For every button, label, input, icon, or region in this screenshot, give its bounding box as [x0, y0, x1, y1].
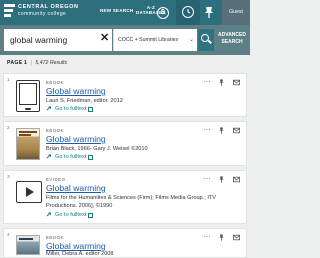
result-type: EVIDEO — [46, 177, 66, 182]
chevron-down-icon: ⌄ — [188, 37, 194, 43]
logo-line1: CENTRAL OREGON — [18, 4, 79, 11]
external-link-icon — [88, 106, 94, 112]
history-button[interactable] — [176, 0, 200, 25]
result-card: 1 EBOOK Global warming Lauri S. Friedman… — [3, 73, 247, 117]
fulltext-link[interactable]: Go to fulltext — [46, 154, 94, 160]
search-bar: ✕ COCC + Summit Libraries ⌄ ADVANCED SEA… — [0, 25, 250, 55]
email-icon[interactable] — [233, 176, 240, 183]
fulltext-label: Go to fulltext — [55, 106, 87, 112]
more-options-icon[interactable]: ⋯ — [204, 127, 211, 134]
result-meta-line2: Productions. 2006], ©1990 — [46, 203, 113, 210]
result-card: 4 EBOOK Global warming Miller, Debra A. … — [3, 228, 247, 258]
guest-account-button[interactable]: Guest — [222, 0, 250, 25]
college-logo[interactable]: CENTRAL OREGON community college — [4, 4, 79, 18]
video-thumbnail[interactable] — [16, 177, 42, 203]
link-icon — [46, 106, 51, 111]
result-meta: Brian Black, 1966- Gary J. Weisel ©2010 — [46, 146, 148, 152]
clear-search-icon[interactable]: ✕ — [100, 33, 109, 44]
more-options-icon[interactable]: ⋯ — [204, 234, 211, 241]
result-type: EBOOK — [46, 80, 64, 85]
pin-icon[interactable] — [218, 176, 225, 183]
result-card: 3 EVIDEO Global warming Films for the Hu… — [3, 170, 247, 224]
result-number: 1 — [7, 78, 10, 83]
search-button[interactable] — [198, 29, 214, 51]
logo-line2: community college — [18, 10, 67, 17]
clock-icon — [182, 6, 194, 18]
book-cover-thumbnail[interactable] — [16, 128, 40, 160]
page-label: PAGE — [7, 60, 23, 66]
pin-icon — [205, 7, 213, 18]
new-search-link[interactable]: NEW SEARCH — [100, 8, 133, 13]
search-scope-value: COCC + Summit Libraries — [118, 37, 179, 43]
result-title-link[interactable]: Global warming — [46, 183, 106, 193]
fulltext-link[interactable]: Go to fulltext — [46, 106, 94, 112]
more-options-icon[interactable]: ⋯ — [204, 79, 211, 86]
result-title-link[interactable]: Global warming — [46, 134, 106, 144]
result-number: 2 — [7, 126, 10, 131]
advanced-label: ADVANCED — [218, 32, 246, 38]
ebook-thumbnail[interactable] — [16, 80, 40, 112]
result-meta: Lauri S. Friedman, editor. 2012 — [46, 98, 123, 104]
result-type: EBOOK — [46, 128, 64, 133]
results-count: 5,472 Results — [35, 60, 68, 66]
fines-button[interactable]: $ — [152, 2, 172, 22]
book-cover-image — [16, 128, 40, 160]
result-meta: Films for the Humanities & Sciences (Fir… — [46, 194, 216, 210]
results-summary: PAGE 1 | 5,472 Results — [7, 60, 68, 66]
result-card: 2 EBOOK Global warming Brian Black, 1966… — [3, 121, 247, 166]
result-title-link[interactable]: Global warming — [46, 86, 106, 96]
email-icon[interactable] — [233, 127, 240, 134]
logo-mark-icon — [4, 4, 15, 18]
search-label: SEARCH — [221, 38, 243, 45]
page-number: 1 — [23, 60, 28, 66]
pin-icon[interactable] — [218, 79, 225, 86]
pin-icon[interactable] — [218, 127, 225, 134]
result-number: 4 — [7, 233, 10, 238]
external-link-icon — [88, 154, 94, 160]
email-icon[interactable] — [233, 79, 240, 86]
advanced-search-link[interactable]: ADVANCED SEARCH — [216, 32, 248, 45]
result-meta-line1: Films for the Humanities & Sciences (Fir… — [46, 195, 217, 201]
pin-icon[interactable] — [218, 234, 225, 241]
more-options-icon[interactable]: ⋯ — [204, 176, 211, 183]
fulltext-link[interactable]: Go to fulltext — [46, 212, 94, 218]
pinboard-button[interactable] — [202, 5, 216, 19]
result-number: 3 — [7, 175, 10, 180]
external-link-icon — [88, 212, 94, 218]
link-icon — [46, 154, 51, 159]
fulltext-label: Go to fulltext — [55, 154, 87, 160]
video-play-icon — [16, 181, 42, 203]
book-cover-image — [16, 235, 40, 255]
search-input[interactable] — [4, 29, 112, 51]
fulltext-label: Go to fulltext — [55, 212, 87, 218]
top-header: CENTRAL OREGON community college NEW SEA… — [0, 0, 250, 25]
email-icon[interactable] — [233, 234, 240, 241]
result-meta: Miller, Debra A. editor 2008 — [46, 251, 114, 257]
dollar-icon: $ — [157, 7, 169, 19]
search-scope-select[interactable]: COCC + Summit Libraries ⌄ — [113, 29, 197, 51]
ebook-reader-icon — [16, 80, 40, 112]
link-icon — [46, 212, 51, 217]
result-type: EBOOK — [46, 235, 64, 240]
book-cover-thumbnail[interactable] — [16, 235, 40, 255]
